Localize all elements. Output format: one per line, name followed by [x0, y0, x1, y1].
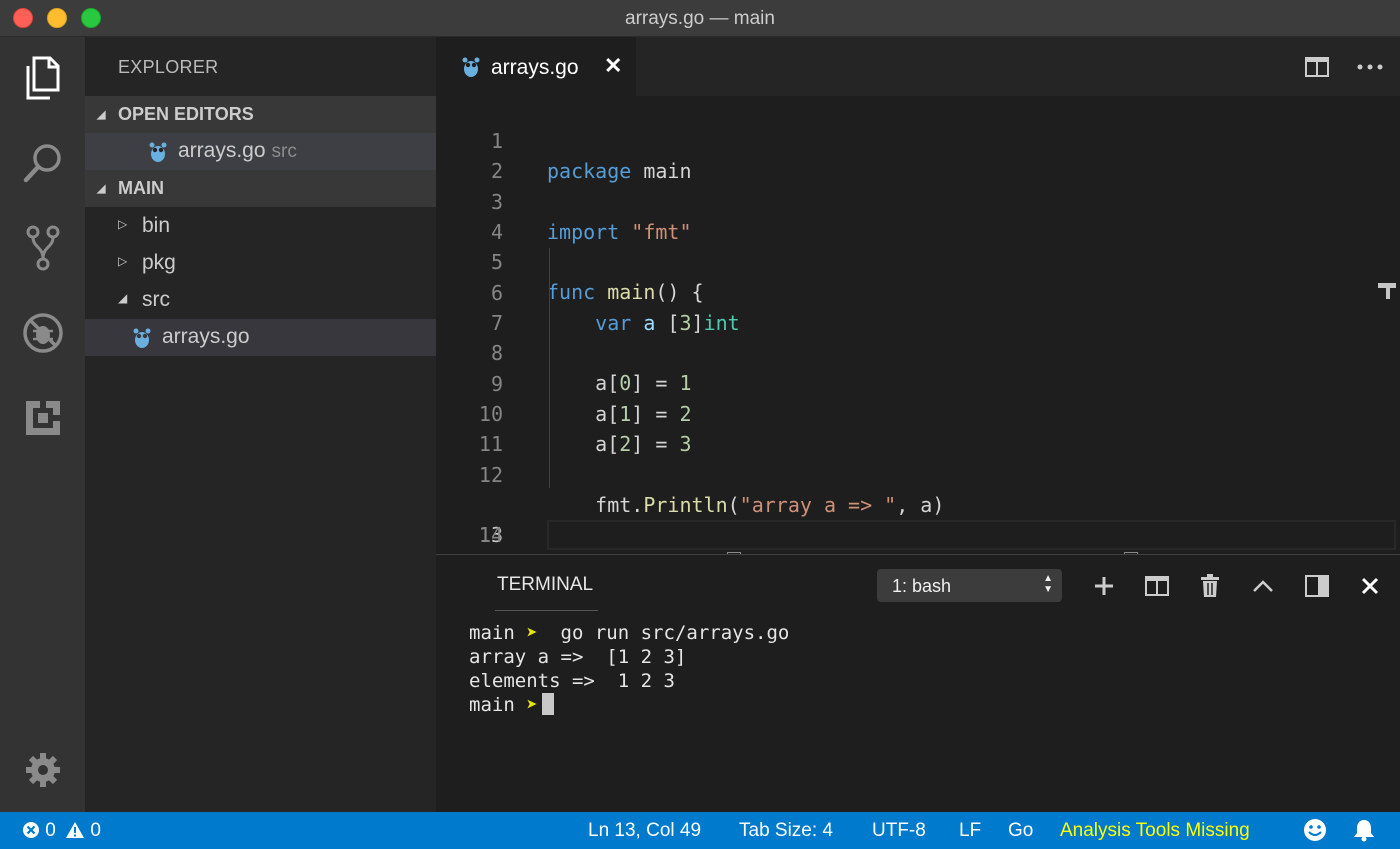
- terminal-line: main ➤: [469, 693, 789, 717]
- end-of-line[interactable]: LF: [959, 820, 981, 842]
- tree-item-src[interactable]: ◢ src: [85, 282, 436, 319]
- collapse-chevron-icon: ◢: [118, 291, 127, 305]
- code-line: 8 a[0] = 1: [436, 308, 1400, 338]
- explorer-sidebar: EXPLORER ◢ OPEN EDITORS arrays.go src ◢ M…: [85, 37, 436, 812]
- code-line: 1 package main: [436, 96, 1400, 126]
- terminal-panel: TERMINAL 1: bash ▲▼ main ➤ go run src/ar…: [436, 554, 1400, 812]
- overview-ruler-marker: [1386, 283, 1390, 299]
- expand-chevron-icon: ▷: [118, 217, 127, 231]
- maximize-panel-icon[interactable]: [1248, 572, 1278, 600]
- code-line: 3 import "fmt": [436, 157, 1400, 187]
- code-line: 14 }: [436, 490, 1400, 520]
- go-file-icon: [149, 141, 167, 163]
- go-file-icon: [133, 327, 151, 349]
- code-line-current: 13 fmt.Println("elements => ", a[0], a[1…: [436, 460, 1400, 490]
- code-line: 7: [436, 278, 1400, 308]
- terminal-select[interactable]: 1: bash ▲▼: [877, 569, 1062, 602]
- code-line: 10 a[2] = 3: [436, 369, 1400, 399]
- window-title: arrays.go — main: [0, 8, 1400, 30]
- code-line: 6 var a [3]int: [436, 248, 1400, 278]
- code-line: 9 a[1] = 2: [436, 339, 1400, 369]
- terminal-cursor: [542, 693, 554, 715]
- error-count: 0: [45, 820, 56, 841]
- collapse-caret-icon: ◢: [97, 108, 105, 121]
- analysis-tools-missing[interactable]: Analysis Tools Missing: [1060, 820, 1250, 842]
- warning-icon: [65, 821, 85, 839]
- warning-count: 0: [90, 820, 101, 841]
- search-icon[interactable]: [18, 138, 68, 188]
- encoding[interactable]: UTF-8: [872, 820, 926, 842]
- code-editor[interactable]: 1 package main 2 3 import "fmt" 4 5 func…: [436, 96, 1400, 554]
- collapse-caret-icon: ◢: [97, 182, 105, 195]
- bell-icon[interactable]: [1353, 818, 1375, 848]
- tab-label: arrays.go: [491, 56, 579, 80]
- trash-icon[interactable]: [1195, 572, 1225, 600]
- open-editor-folder: src: [272, 141, 297, 162]
- tab-size[interactable]: Tab Size: 4: [739, 820, 833, 842]
- indent-guide: [549, 248, 550, 488]
- code-line: 12 fmt.Println("array a => ", a): [436, 430, 1400, 460]
- expand-chevron-icon: ▷: [118, 254, 127, 268]
- code-line: 5 func main() {: [436, 217, 1400, 247]
- code-line: 4: [436, 187, 1400, 217]
- status-bar: 0 0 Ln 13, Col 49 Tab Size: 4 UTF-8 LF G…: [0, 812, 1400, 849]
- more-actions-icon[interactable]: [1355, 55, 1385, 79]
- split-terminal-icon[interactable]: [1142, 572, 1172, 600]
- error-icon: [22, 821, 40, 839]
- terminal-output[interactable]: main ➤ go run src/arrays.goarray a => [1…: [469, 621, 789, 717]
- open-editor-item-arrays-go[interactable]: arrays.go src: [85, 133, 436, 170]
- open-editors-header[interactable]: ◢ OPEN EDITORS: [85, 96, 436, 133]
- tree-item-bin[interactable]: ▷ bin: [85, 208, 436, 245]
- tab-arrays-go[interactable]: arrays.go ✕: [436, 37, 636, 96]
- go-file-icon: [462, 56, 480, 78]
- extensions-icon[interactable]: [18, 393, 68, 443]
- debug-icon[interactable]: [18, 308, 68, 358]
- problems-status[interactable]: 0 0: [22, 820, 101, 842]
- split-editor-icon[interactable]: [1302, 55, 1332, 79]
- add-terminal-icon[interactable]: [1089, 572, 1119, 600]
- title-bar: arrays.go — main: [0, 0, 1400, 37]
- files-icon[interactable]: [18, 53, 68, 103]
- editor-tab-bar: arrays.go ✕: [436, 37, 1400, 96]
- smiley-feedback-icon[interactable]: [1303, 818, 1327, 848]
- cursor-position[interactable]: Ln 13, Col 49: [588, 820, 701, 842]
- workspace-main-header[interactable]: ◢ MAIN: [85, 170, 436, 207]
- code-line: 15: [436, 521, 1400, 551]
- terminal-line: main ➤ go run src/arrays.go: [469, 621, 789, 645]
- tree-item-pkg[interactable]: ▷ pkg: [85, 245, 436, 282]
- terminal-line: array a => [1 2 3]: [469, 645, 789, 669]
- open-editor-filename: arrays.go: [178, 139, 266, 162]
- code-line: 2: [436, 126, 1400, 156]
- settings-gear-icon[interactable]: [18, 745, 68, 795]
- toggle-panel-position-icon[interactable]: [1302, 572, 1332, 600]
- language-mode[interactable]: Go: [1008, 820, 1033, 842]
- close-tab-icon[interactable]: ✕: [604, 53, 622, 79]
- explorer-title: EXPLORER: [118, 57, 218, 78]
- activity-bar: [0, 37, 85, 812]
- close-panel-icon[interactable]: [1355, 572, 1385, 600]
- active-tab-underline: [495, 610, 598, 611]
- terminal-line: elements => 1 2 3: [469, 669, 789, 693]
- source-control-icon[interactable]: [18, 223, 68, 273]
- tab-terminal[interactable]: TERMINAL: [497, 574, 593, 596]
- select-arrows-icon: ▲▼: [1043, 573, 1053, 595]
- tree-item-arrays-go[interactable]: arrays.go: [85, 319, 436, 356]
- code-line: 11: [436, 399, 1400, 429]
